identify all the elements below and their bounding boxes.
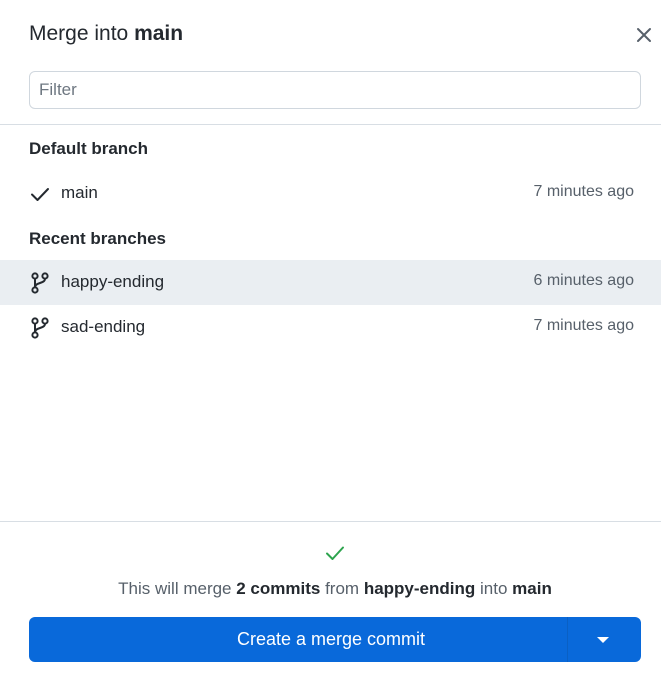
branch-time: 7 minutes ago [533,183,634,200]
branch-item-main[interactable]: main 7 minutes ago [0,171,661,216]
check-icon [29,183,51,205]
title-prefix: Merge into [29,22,129,45]
dialog-header: Merge into main [0,0,661,70]
close-icon [637,28,651,42]
success-check-icon [323,541,347,565]
merge-options-dropdown[interactable] [592,632,614,648]
summary-text: from [325,579,360,598]
target-branch: main [512,579,552,598]
git-branch-icon [29,272,51,294]
close-button[interactable] [631,22,657,48]
default-branch-heading: Default branch [29,139,149,158]
summary-text: This will merge [118,579,232,598]
branch-name: happy-ending [61,272,165,291]
branch-time: 6 minutes ago [533,272,634,289]
source-branch: happy-ending [363,579,476,598]
merge-summary: This will merge 2 commits from happy-end… [0,579,661,599]
filter-input[interactable] [29,71,641,109]
filter-field [29,71,641,109]
branch-name: main [61,183,98,202]
caret-down-icon [597,637,609,643]
divider [0,521,661,522]
branch-item-happy-ending[interactable]: happy-ending 6 minutes ago [0,260,661,305]
branch-time: 7 minutes ago [533,317,634,334]
commit-count: 2 commits [236,579,321,598]
recent-branches-heading: Recent branches [29,229,166,248]
dialog-title: Merge into main [29,22,183,46]
summary-text: into [480,579,508,598]
divider [0,124,661,125]
title-branch: main [134,22,184,45]
branch-name: sad-ending [61,317,146,336]
branch-item-sad-ending[interactable]: sad-ending 7 minutes ago [0,305,661,350]
create-merge-commit-button[interactable]: Create a merge commit [29,617,641,662]
merge-button-label: Create a merge commit [236,629,426,649]
button-divider [567,617,568,662]
git-branch-icon [29,317,51,339]
